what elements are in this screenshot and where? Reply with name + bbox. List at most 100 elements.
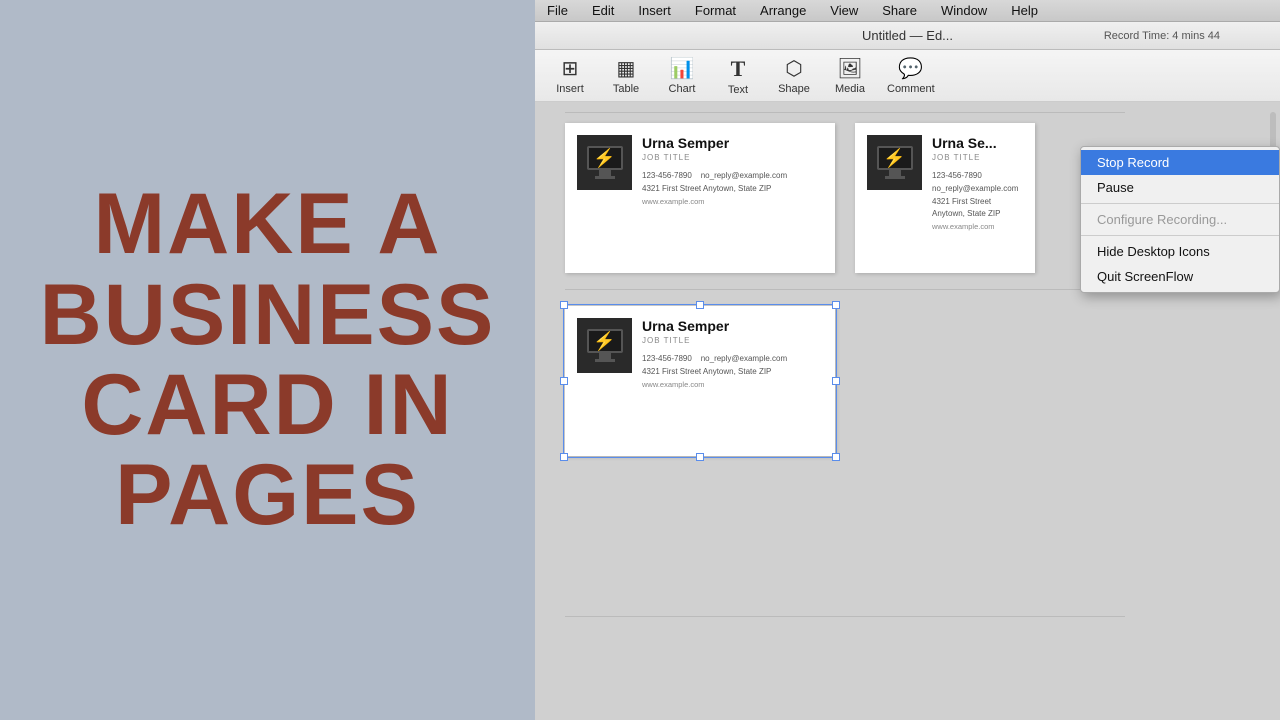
document-title: Untitled — Ed... xyxy=(862,28,953,43)
insert-icon: ⊞ xyxy=(562,56,579,81)
card-details-1: 123-456-7890 no_reply@example.com 4321 F… xyxy=(642,170,823,208)
monitor-screen-2: ⚡ xyxy=(877,146,913,170)
card-avatar-1: ⚡ xyxy=(577,135,632,190)
chart-button[interactable]: 📊 Chart xyxy=(657,54,707,98)
card-details-2: 123-456-7890 no_reply@example.com 4321 F… xyxy=(932,170,1023,234)
business-card-2[interactable]: ⚡ Urna Se... JOB TITLE 123-456-7890 no xyxy=(855,123,1035,273)
shape-icon: ⬡ xyxy=(785,56,802,81)
stop-record-item[interactable]: Stop Record xyxy=(1081,150,1279,175)
card-row-1: ⚡ Urna Semper JOB TITLE 123-456-7890 n xyxy=(565,123,1165,273)
comment-label: Comment xyxy=(887,83,935,95)
menu-arrange[interactable]: Arrange xyxy=(756,3,810,18)
separator-1 xyxy=(1081,203,1279,204)
card-url-1: www.example.com xyxy=(642,197,705,206)
table-label: Table xyxy=(613,83,639,95)
card-name-3: Urna Semper xyxy=(642,318,823,334)
quit-screenflow-item[interactable]: Quit ScreenFlow xyxy=(1081,264,1279,289)
text-icon: T xyxy=(731,56,746,82)
menu-window[interactable]: Window xyxy=(937,3,991,18)
tutorial-title: MAKE ABUSINESSCARD INPAGES xyxy=(20,159,516,560)
card-info-2: Urna Se... JOB TITLE 123-456-7890 no_rep… xyxy=(932,135,1023,234)
card-address-1: 4321 First Street Anytown, State ZIP xyxy=(642,184,771,193)
card-url-2: www.example.com xyxy=(932,222,995,231)
card-name-2: Urna Se... xyxy=(932,135,1023,151)
monitor-icon-3: ⚡ xyxy=(587,329,623,362)
card-job-title-1: JOB TITLE xyxy=(642,153,823,162)
card-phone-3: 123-456-7890 xyxy=(642,354,692,363)
menu-edit[interactable]: Edit xyxy=(588,3,618,18)
monitor-base-3 xyxy=(595,359,615,362)
chart-label: Chart xyxy=(669,83,696,95)
monitor-screen-3: ⚡ xyxy=(587,329,623,353)
card-info-1: Urna Semper JOB TITLE 123-456-7890 no_re… xyxy=(642,135,823,208)
canvas-area[interactable]: ⚡ Urna Semper JOB TITLE 123-456-7890 n xyxy=(535,102,1280,720)
card-phone-2: 123-456-7890 xyxy=(932,171,982,180)
separator-2 xyxy=(1081,235,1279,236)
card-email-2: no_reply@example.com xyxy=(932,184,1018,193)
card-address-2: 4321 First Street Anytown, State ZIP xyxy=(932,197,1000,219)
handle-tl[interactable] xyxy=(560,301,568,309)
shape-button[interactable]: ⬡ Shape xyxy=(769,54,819,98)
table-icon: ▦ xyxy=(617,56,636,81)
insert-button[interactable]: ⊞ Insert xyxy=(545,54,595,98)
comment-button[interactable]: 💬 Comment xyxy=(881,54,941,98)
menu-view[interactable]: View xyxy=(826,3,862,18)
text-label: Text xyxy=(728,84,748,96)
card-email-1: no_reply@example.com xyxy=(701,171,787,180)
media-button[interactable]: 🖼 Media xyxy=(825,54,875,98)
card-address-3: 4321 First Street Anytown, State ZIP xyxy=(642,367,771,376)
card-info-3: Urna Semper JOB TITLE 123-456-7890 no_re… xyxy=(642,318,823,391)
monitor-base-1 xyxy=(595,176,615,179)
middle-separator xyxy=(565,289,1125,290)
lightning-icon-3: ⚡ xyxy=(593,331,615,352)
business-card-1[interactable]: ⚡ Urna Semper JOB TITLE 123-456-7890 n xyxy=(565,123,835,273)
menu-format[interactable]: Format xyxy=(691,3,740,18)
menu-insert[interactable]: Insert xyxy=(634,3,675,18)
card-avatar-2: ⚡ xyxy=(867,135,922,190)
card-email-3: no_reply@example.com xyxy=(701,354,787,363)
handle-bm[interactable] xyxy=(696,453,704,461)
text-button[interactable]: T Text xyxy=(713,54,763,98)
record-time: Record Time: 4 mins 44 xyxy=(1104,30,1220,42)
card-avatar-3: ⚡ xyxy=(577,318,632,373)
handle-tm[interactable] xyxy=(696,301,704,309)
chart-icon: 📊 xyxy=(670,56,695,81)
shape-label: Shape xyxy=(778,83,810,95)
menu-help[interactable]: Help xyxy=(1007,3,1042,18)
monitor-base-2 xyxy=(885,176,905,179)
pages-document: ⚡ Urna Semper JOB TITLE 123-456-7890 n xyxy=(565,112,1165,633)
handle-bl[interactable] xyxy=(560,453,568,461)
hide-desktop-icons-item[interactable]: Hide Desktop Icons xyxy=(1081,239,1279,264)
handle-mr[interactable] xyxy=(832,377,840,385)
configure-recording-item[interactable]: Configure Recording... xyxy=(1081,207,1279,232)
card-job-title-3: JOB TITLE xyxy=(642,336,823,345)
card-name-1: Urna Semper xyxy=(642,135,823,151)
business-card-3[interactable]: ⚡ Urna Semper JOB TITLE 123-456-7890 n xyxy=(565,306,835,456)
monitor-icon-2: ⚡ xyxy=(877,146,913,179)
toolbar: ⊞ Insert ▦ Table 📊 Chart T Text ⬡ Shape … xyxy=(535,50,1280,102)
right-panel: File Edit Insert Format Arrange View Sha… xyxy=(535,0,1280,720)
top-separator xyxy=(565,112,1125,113)
screenflow-dropdown: Stop Record Pause Configure Recording...… xyxy=(1080,146,1280,293)
table-button[interactable]: ▦ Table xyxy=(601,54,651,98)
media-label: Media xyxy=(835,83,865,95)
handle-ml[interactable] xyxy=(560,377,568,385)
card-phone-1: 123-456-7890 xyxy=(642,171,692,180)
monitor-icon-1: ⚡ xyxy=(587,146,623,179)
lightning-icon-2: ⚡ xyxy=(883,148,905,169)
comment-icon: 💬 xyxy=(898,56,923,81)
insert-label: Insert xyxy=(556,83,584,95)
card-url-3: www.example.com xyxy=(642,380,705,389)
menu-file[interactable]: File xyxy=(543,3,572,18)
left-panel: MAKE ABUSINESSCARD INPAGES xyxy=(0,0,535,720)
handle-br[interactable] xyxy=(832,453,840,461)
card-job-title-2: JOB TITLE xyxy=(932,153,1023,162)
monitor-screen-1: ⚡ xyxy=(587,146,623,170)
pause-item[interactable]: Pause xyxy=(1081,175,1279,200)
handle-tr[interactable] xyxy=(832,301,840,309)
card-details-3: 123-456-7890 no_reply@example.com 4321 F… xyxy=(642,353,823,391)
menu-share[interactable]: Share xyxy=(878,3,921,18)
bottom-separator xyxy=(565,616,1125,617)
card-row-2: ⚡ Urna Semper JOB TITLE 123-456-7890 n xyxy=(565,306,1165,456)
title-bar: Untitled — Ed... Record Time: 4 mins 44 xyxy=(535,22,1280,50)
